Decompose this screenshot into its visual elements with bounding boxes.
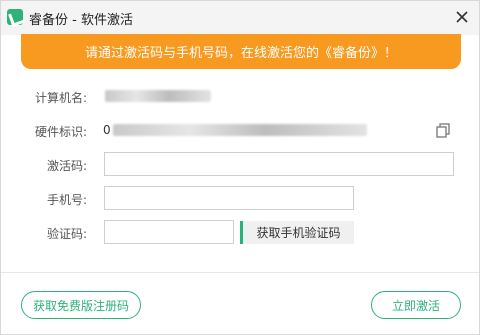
verify-code-label: 验证码: — [47, 227, 88, 241]
activation-banner: 请通过激活码与手机号码，在线激活您的《睿备份》！ — [21, 34, 461, 69]
close-icon[interactable] — [453, 8, 471, 26]
activation-code-label: 激活码: — [47, 159, 88, 173]
copy-icon[interactable] — [435, 122, 451, 138]
activation-code-input[interactable] — [104, 152, 454, 176]
get-sms-code-button[interactable]: 获取手机验证码 — [240, 221, 354, 244]
computer-name-value-redacted — [105, 90, 211, 102]
hardware-id-label: 硬件标识: — [35, 125, 88, 139]
footer-divider — [1, 272, 479, 273]
verify-code-input[interactable] — [104, 220, 234, 244]
activate-now-button[interactable]: 立即激活 — [371, 291, 461, 319]
activation-dialog: 睿备份 - 软件激活 请通过激活码与手机号码，在线激活您的《睿备份》！ 计算机名… — [0, 0, 480, 335]
phone-input[interactable] — [104, 186, 354, 210]
computer-name-label: 计算机名: — [35, 91, 88, 105]
hardware-id-first-char: 0 — [103, 123, 111, 137]
app-logo-icon — [7, 9, 23, 25]
window-title: 睿备份 - 软件激活 — [29, 13, 133, 28]
hardware-id-value-redacted — [113, 124, 367, 136]
phone-label: 手机号: — [47, 193, 88, 207]
title-bar: 睿备份 - 软件激活 — [1, 1, 479, 35]
get-free-code-button[interactable]: 获取免费版注册码 — [21, 291, 141, 319]
